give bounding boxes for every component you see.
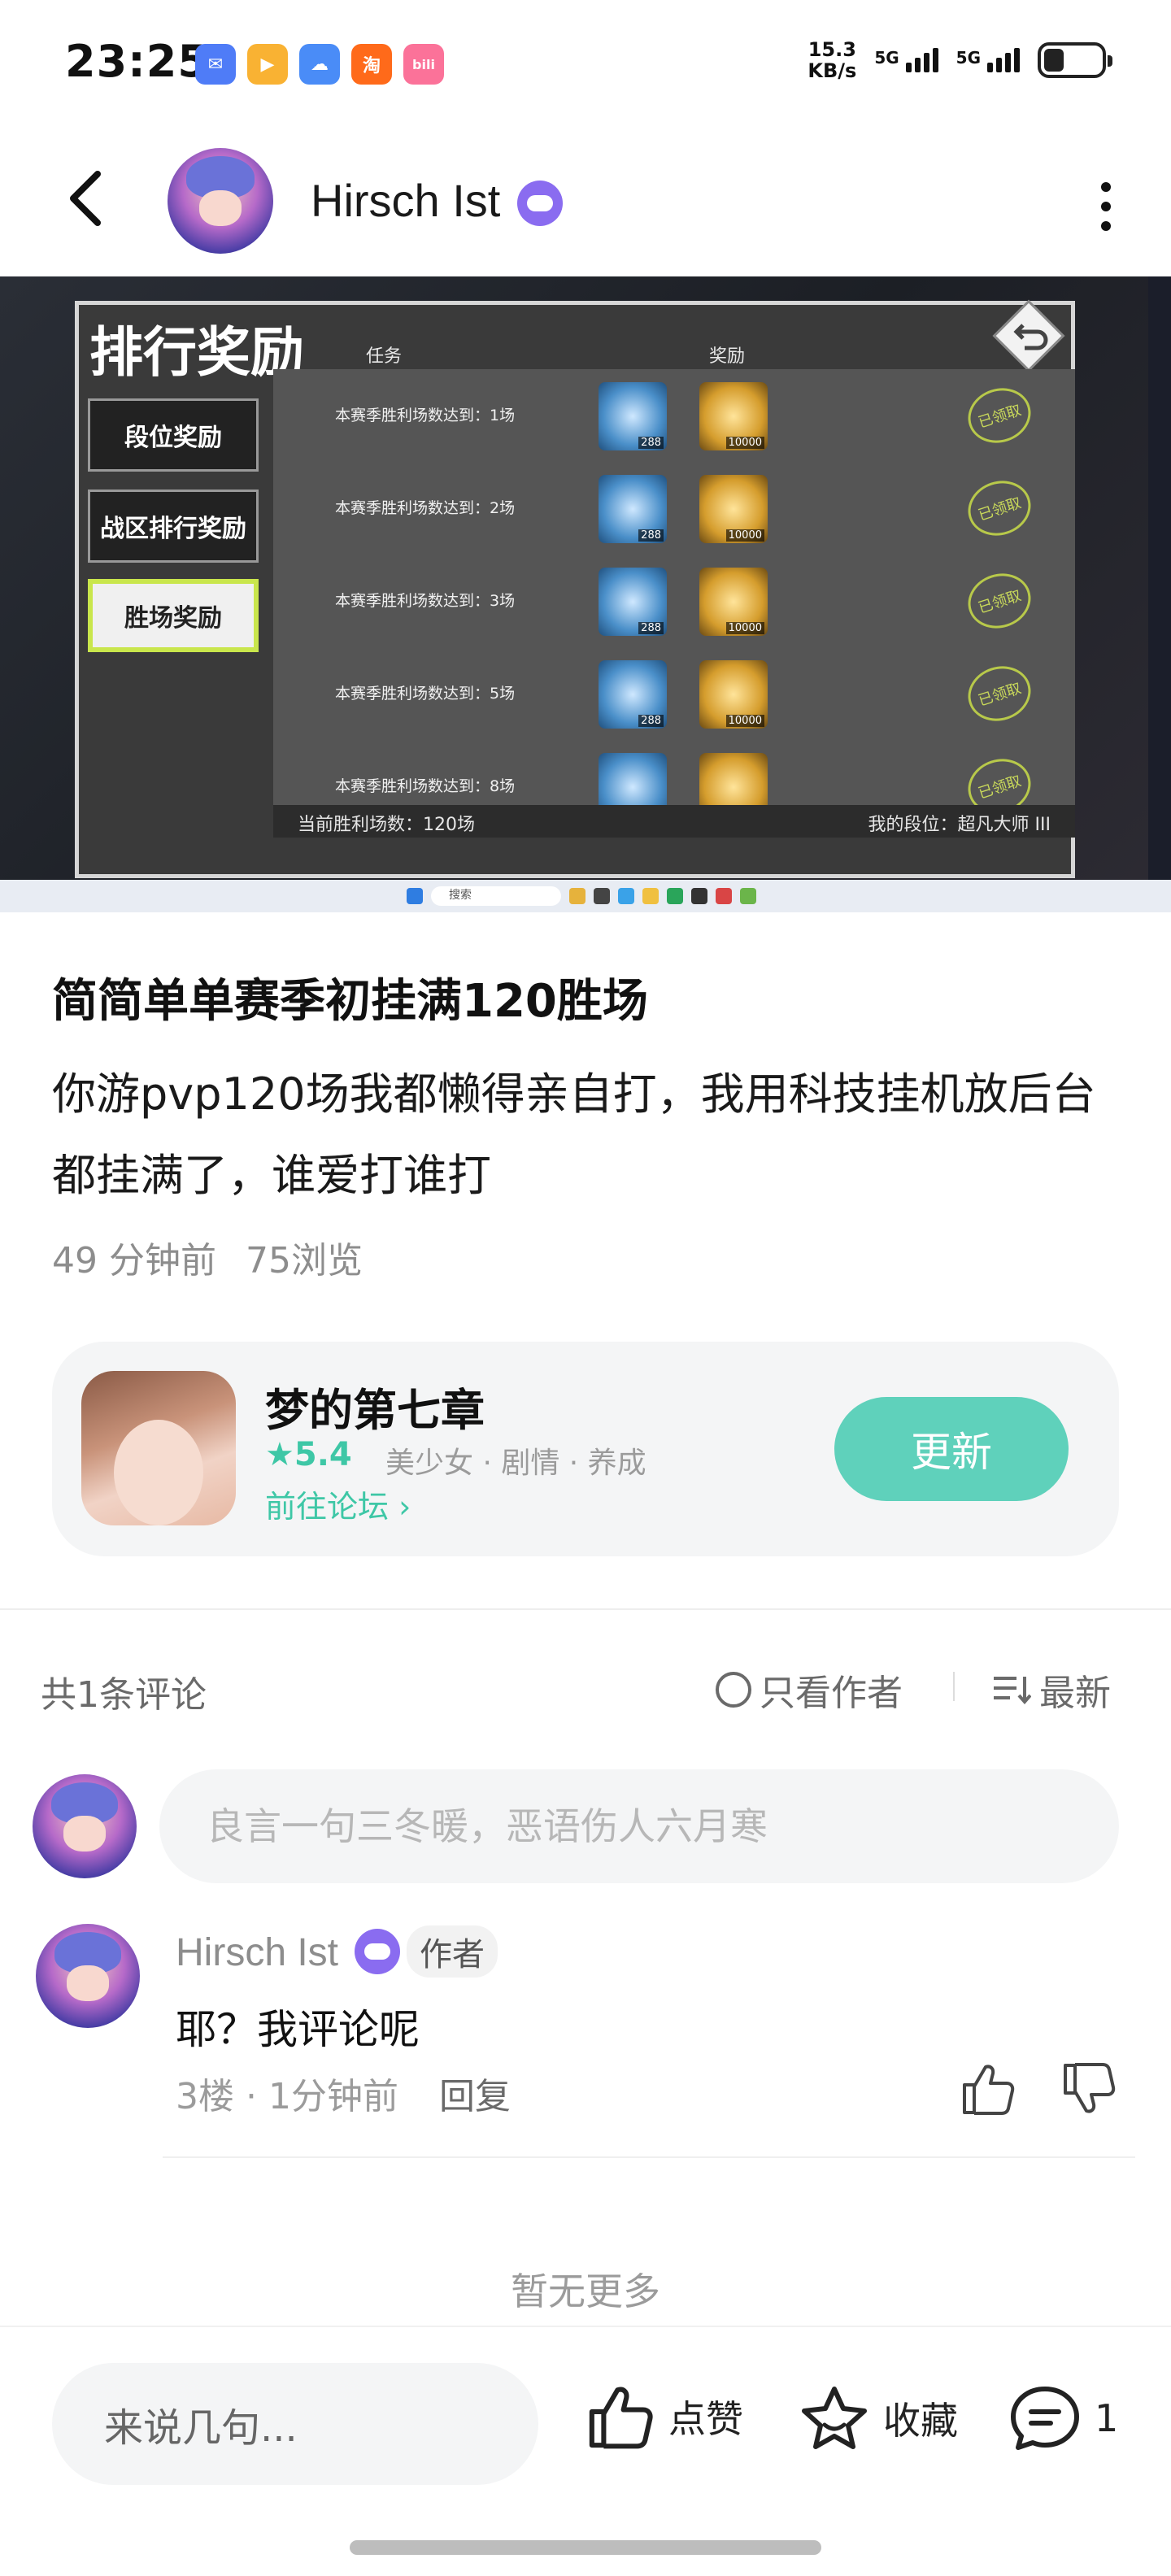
thumb-up-icon[interactable]	[586, 2384, 655, 2449]
comment-text: 耶？我评论呢	[176, 2006, 420, 2053]
comments-count: 共1条评论	[41, 1674, 207, 1716]
post-image[interactable]: 排行奖励 任务 奖励 段位奖励 战区排行奖励 胜场奖励 本赛季胜利场数达到：1场…	[0, 276, 1171, 912]
compass-item-icon: 288	[599, 568, 667, 636]
signal-icon-2: 5G	[956, 48, 1020, 72]
my-avatar	[33, 1774, 137, 1878]
coins-item-icon: 10000	[699, 475, 768, 543]
col-task-label: 任务	[366, 346, 403, 367]
author-tag: 作者	[407, 1925, 498, 1978]
more-options-icon[interactable]	[1090, 174, 1122, 239]
signal-icon: 5G	[874, 48, 938, 72]
panel-title: 排行奖励	[89, 321, 304, 384]
post-time: 49 分钟前	[52, 1240, 216, 1281]
reward-row: 本赛季胜利场数达到：8场 288 10000 已领取	[273, 740, 1075, 805]
controller-badge-icon	[517, 181, 563, 226]
author-only-toggle[interactable]: 只看作者	[716, 1664, 903, 1716]
star-icon: ★	[265, 1436, 294, 1473]
claimed-stamp: 已领取	[960, 751, 1038, 805]
claimed-stamp: 已领取	[960, 472, 1038, 544]
commenter-avatar[interactable]	[36, 1924, 140, 2028]
status-bar: 23:25 ✉ ▶ ☁ 淘 bili 15.3 KB/s 5G 5G	[0, 0, 1171, 130]
vertical-separator	[953, 1672, 955, 1701]
tab-zone-rank-rewards: 战区排行奖励	[88, 490, 259, 563]
claimed-stamp: 已领取	[960, 658, 1038, 729]
game-name[interactable]: 梦的第七章	[265, 1374, 485, 1438]
reward-row: 本赛季胜利场数达到：1场 288 10000 已领取	[273, 369, 1075, 462]
coins-item-icon: 10000	[699, 568, 768, 636]
reward-row: 本赛季胜利场数达到：3场 288 10000 已领取	[273, 555, 1075, 647]
back-arrow-icon[interactable]	[55, 166, 120, 231]
star-icon[interactable]	[799, 2384, 870, 2452]
bottom-comment-input[interactable]: 来说几句...	[52, 2363, 538, 2485]
windows-start-icon	[407, 888, 423, 904]
taobao-app-icon: 淘	[351, 44, 392, 85]
controller-badge-icon	[355, 1929, 400, 1974]
video-app-icon: ▶	[247, 44, 288, 85]
reward-row: 本赛季胜利场数达到：2场 288 10000 已领取	[273, 462, 1075, 555]
forum-link[interactable]: 前往论坛 ›	[265, 1482, 411, 1526]
thumb-up-icon[interactable]	[960, 2062, 1016, 2116]
reply-button[interactable]: 回复	[439, 2067, 511, 2119]
favorite-button[interactable]: 收藏	[799, 2384, 958, 2452]
section-divider	[0, 1608, 1171, 1610]
tab-rank-rewards: 段位奖励	[88, 398, 259, 472]
tab-win-rewards: 胜场奖励	[88, 579, 259, 652]
game-card[interactable]: 梦的第七章 ★5.4 美少女 · 剧情 · 养成 前往论坛 › 更新	[52, 1342, 1119, 1556]
commenter-name[interactable]: Hirsch Ist	[176, 1930, 338, 1975]
cloud-app-icon: ☁	[299, 44, 340, 85]
thumb-down-icon[interactable]	[1060, 2062, 1117, 2116]
author-avatar[interactable]	[168, 148, 273, 254]
like-button[interactable]: 点赞	[586, 2384, 743, 2449]
chevron-right-icon: ›	[398, 1489, 411, 1525]
taskbar-search-box: 搜索	[431, 886, 561, 906]
coins-item-icon: 10000	[699, 382, 768, 450]
claimed-stamp: 已领取	[960, 565, 1038, 637]
status-time: 23:25	[65, 36, 209, 87]
bilibili-app-icon: bili	[403, 44, 444, 85]
battery-icon	[1038, 42, 1112, 78]
home-indicator[interactable]	[350, 2540, 821, 2555]
game-icon[interactable]	[81, 1371, 236, 1525]
sort-latest-toggle[interactable]: 最新	[992, 1664, 1111, 1716]
sort-icon[interactable]	[992, 1673, 1031, 1706]
post-body: 你游pvp120场我都懒得亲自打，我用科技挂机放后台都挂满了，谁爱打谁打	[52, 1068, 1096, 1201]
update-button[interactable]: 更新	[834, 1397, 1069, 1501]
compass-item-icon: 288	[599, 382, 667, 450]
reward-row: 本赛季胜利场数达到：5场 288 10000 已领取	[273, 647, 1075, 740]
windows-taskbar: 搜索	[0, 880, 1171, 912]
radio-circle-icon[interactable]	[716, 1672, 751, 1708]
coins-item-icon: 10000	[699, 660, 768, 729]
claimed-stamp: 已领取	[960, 380, 1038, 451]
compass-item-icon: 288	[599, 475, 667, 543]
panel-footer: 当前胜利场数：120场 我的段位：超凡大师 III	[273, 805, 1075, 838]
mail-app-icon: ✉	[195, 44, 236, 85]
status-app-icons: ✉ ▶ ☁ 淘 bili	[195, 44, 444, 85]
return-icon	[992, 299, 1065, 372]
post-meta: 49 分钟前 75浏览	[52, 1231, 363, 1283]
emulator-sidebar	[1148, 276, 1171, 880]
net-speed: 15.3 KB/s	[808, 38, 857, 82]
post-title: 简简单单赛季初挂满120胜场	[52, 975, 648, 1028]
compass-item-icon: 288	[599, 753, 667, 805]
no-more-text: 暂无更多	[511, 2269, 660, 2313]
compass-item-icon: 288	[599, 660, 667, 729]
comment-bubble-icon[interactable]	[1008, 2384, 1082, 2452]
comment-button[interactable]: 1	[1008, 2384, 1118, 2452]
author-name[interactable]: Hirsch Ist	[311, 174, 500, 227]
post-views: 75浏览	[245, 1240, 363, 1281]
comment-input[interactable]	[159, 1769, 1119, 1883]
comment-meta: 3楼 · 1分钟前	[176, 2076, 398, 2117]
comment-divider	[163, 2156, 1135, 2158]
col-reward-label: 奖励	[709, 346, 746, 367]
game-tags: 美少女 · 剧情 · 养成	[385, 1447, 646, 1480]
post-header: Hirsch Ist	[0, 130, 1171, 276]
game-rating: ★5.4	[265, 1436, 352, 1473]
coins-item-icon: 10000	[699, 753, 768, 805]
bottom-action-bar: 来说几句... 点赞 收藏 1	[0, 2326, 1171, 2576]
